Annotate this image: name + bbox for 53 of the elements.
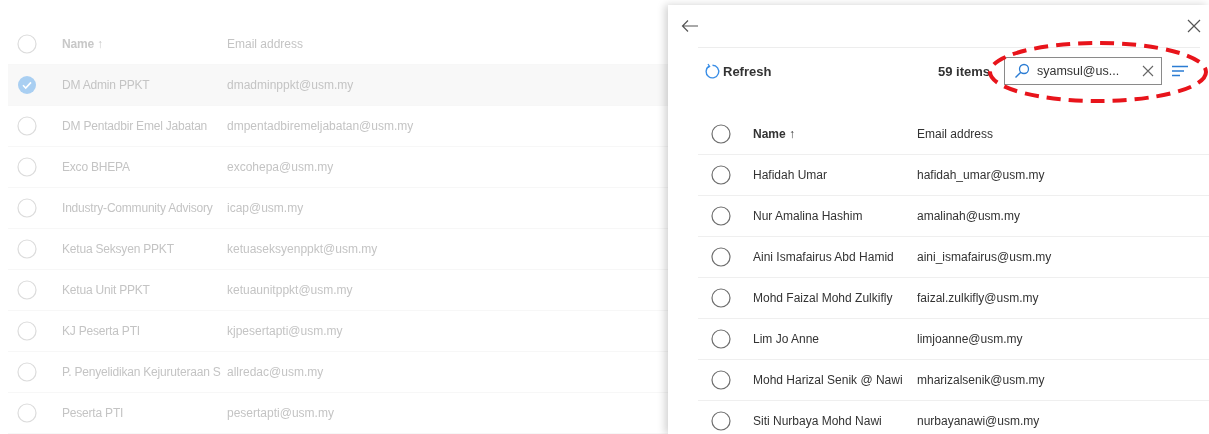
contact-name: Lim Jo Anne — [753, 332, 821, 346]
radio-button[interactable] — [711, 206, 731, 226]
contact-name: KJ Peserta PTI — [62, 324, 141, 338]
search-icon — [1014, 63, 1030, 79]
contact-name: Exco BHEPA — [62, 160, 131, 174]
contact-name: Hafidah Umar — [753, 168, 829, 182]
email-address: kjpesertapti@usm.my — [227, 324, 343, 338]
contact-name: Peserta PTI — [62, 406, 125, 420]
column-header[interactable]: Email address — [917, 127, 994, 141]
item-count: 59 items — [937, 63, 990, 79]
column-header[interactable]: Name ↑ — [753, 127, 917, 141]
clear-icon[interactable] — [1142, 65, 1154, 77]
close-button[interactable] — [1187, 19, 1201, 33]
radio-button[interactable] — [711, 411, 731, 431]
radio-button[interactable] — [711, 247, 731, 267]
contact-name: Mohd Faizal Mohd Zulkifly — [753, 291, 894, 305]
contact-name: Industry-Community Advisory — [62, 201, 214, 215]
back-arrow-icon — [681, 19, 699, 33]
radio-button[interactable] — [711, 288, 731, 308]
radio-button[interactable] — [711, 165, 731, 185]
search-field[interactable]: syamsul@us... — [1004, 57, 1162, 85]
radio-button[interactable] — [711, 370, 731, 390]
email-address: limjoanne@usm.my — [917, 332, 1023, 346]
email-address: amalinah@usm.my — [917, 209, 1020, 223]
email-address: aini_ismafairus@usm.my — [917, 250, 1052, 264]
contact-name: Nur Amalina Hashim — [753, 209, 864, 223]
contact-name: Mohd Harizal Senik @ Nawi — [753, 373, 904, 387]
email-address: ketuaseksyenppkt@usm.my — [227, 242, 378, 256]
email-address: excohepa@usm.my — [227, 160, 334, 174]
radio-button[interactable] — [17, 75, 37, 95]
contact-name: Ketua Unit PPKT — [62, 283, 151, 297]
contact-name: Aini Ismafairus Abd Hamid — [753, 250, 895, 264]
lines-icon — [1172, 65, 1188, 77]
email-address: pesertapti@usm.my — [227, 406, 334, 420]
contact-name: Siti Nurbaya Mohd Nawi — [753, 414, 883, 428]
close-icon — [1187, 19, 1201, 33]
contact-name: Ketua Seksyen PPKT — [62, 242, 175, 256]
email-address: hafidah_umar@usm.my — [917, 168, 1045, 182]
radio-button[interactable] — [711, 329, 731, 349]
refresh-icon — [704, 62, 721, 80]
sort-button[interactable] — [1172, 65, 1188, 77]
email-address: ketuaunitppkt@usm.my — [227, 283, 353, 297]
radio-button[interactable] — [711, 124, 731, 144]
email-address: dmpentadbiremeljabatan@usm.my — [227, 119, 414, 133]
contact-name: DM Pentadbir Emel Jabatan — [62, 119, 209, 133]
email-address: allredac@usm.my — [227, 365, 324, 379]
contact-name: P. Penyelidikan Kejuruteraan S — [62, 365, 222, 379]
email-address: icap@usm.my — [227, 201, 304, 215]
refresh-button[interactable]: Refresh — [704, 62, 772, 80]
email-address: faizal.zulkifly@usm.my — [917, 291, 1039, 305]
back-button[interactable] — [681, 19, 699, 33]
email-address: mharizalsenik@usm.my — [917, 373, 1045, 387]
email-address: nurbayanawi@usm.my — [917, 414, 1040, 428]
